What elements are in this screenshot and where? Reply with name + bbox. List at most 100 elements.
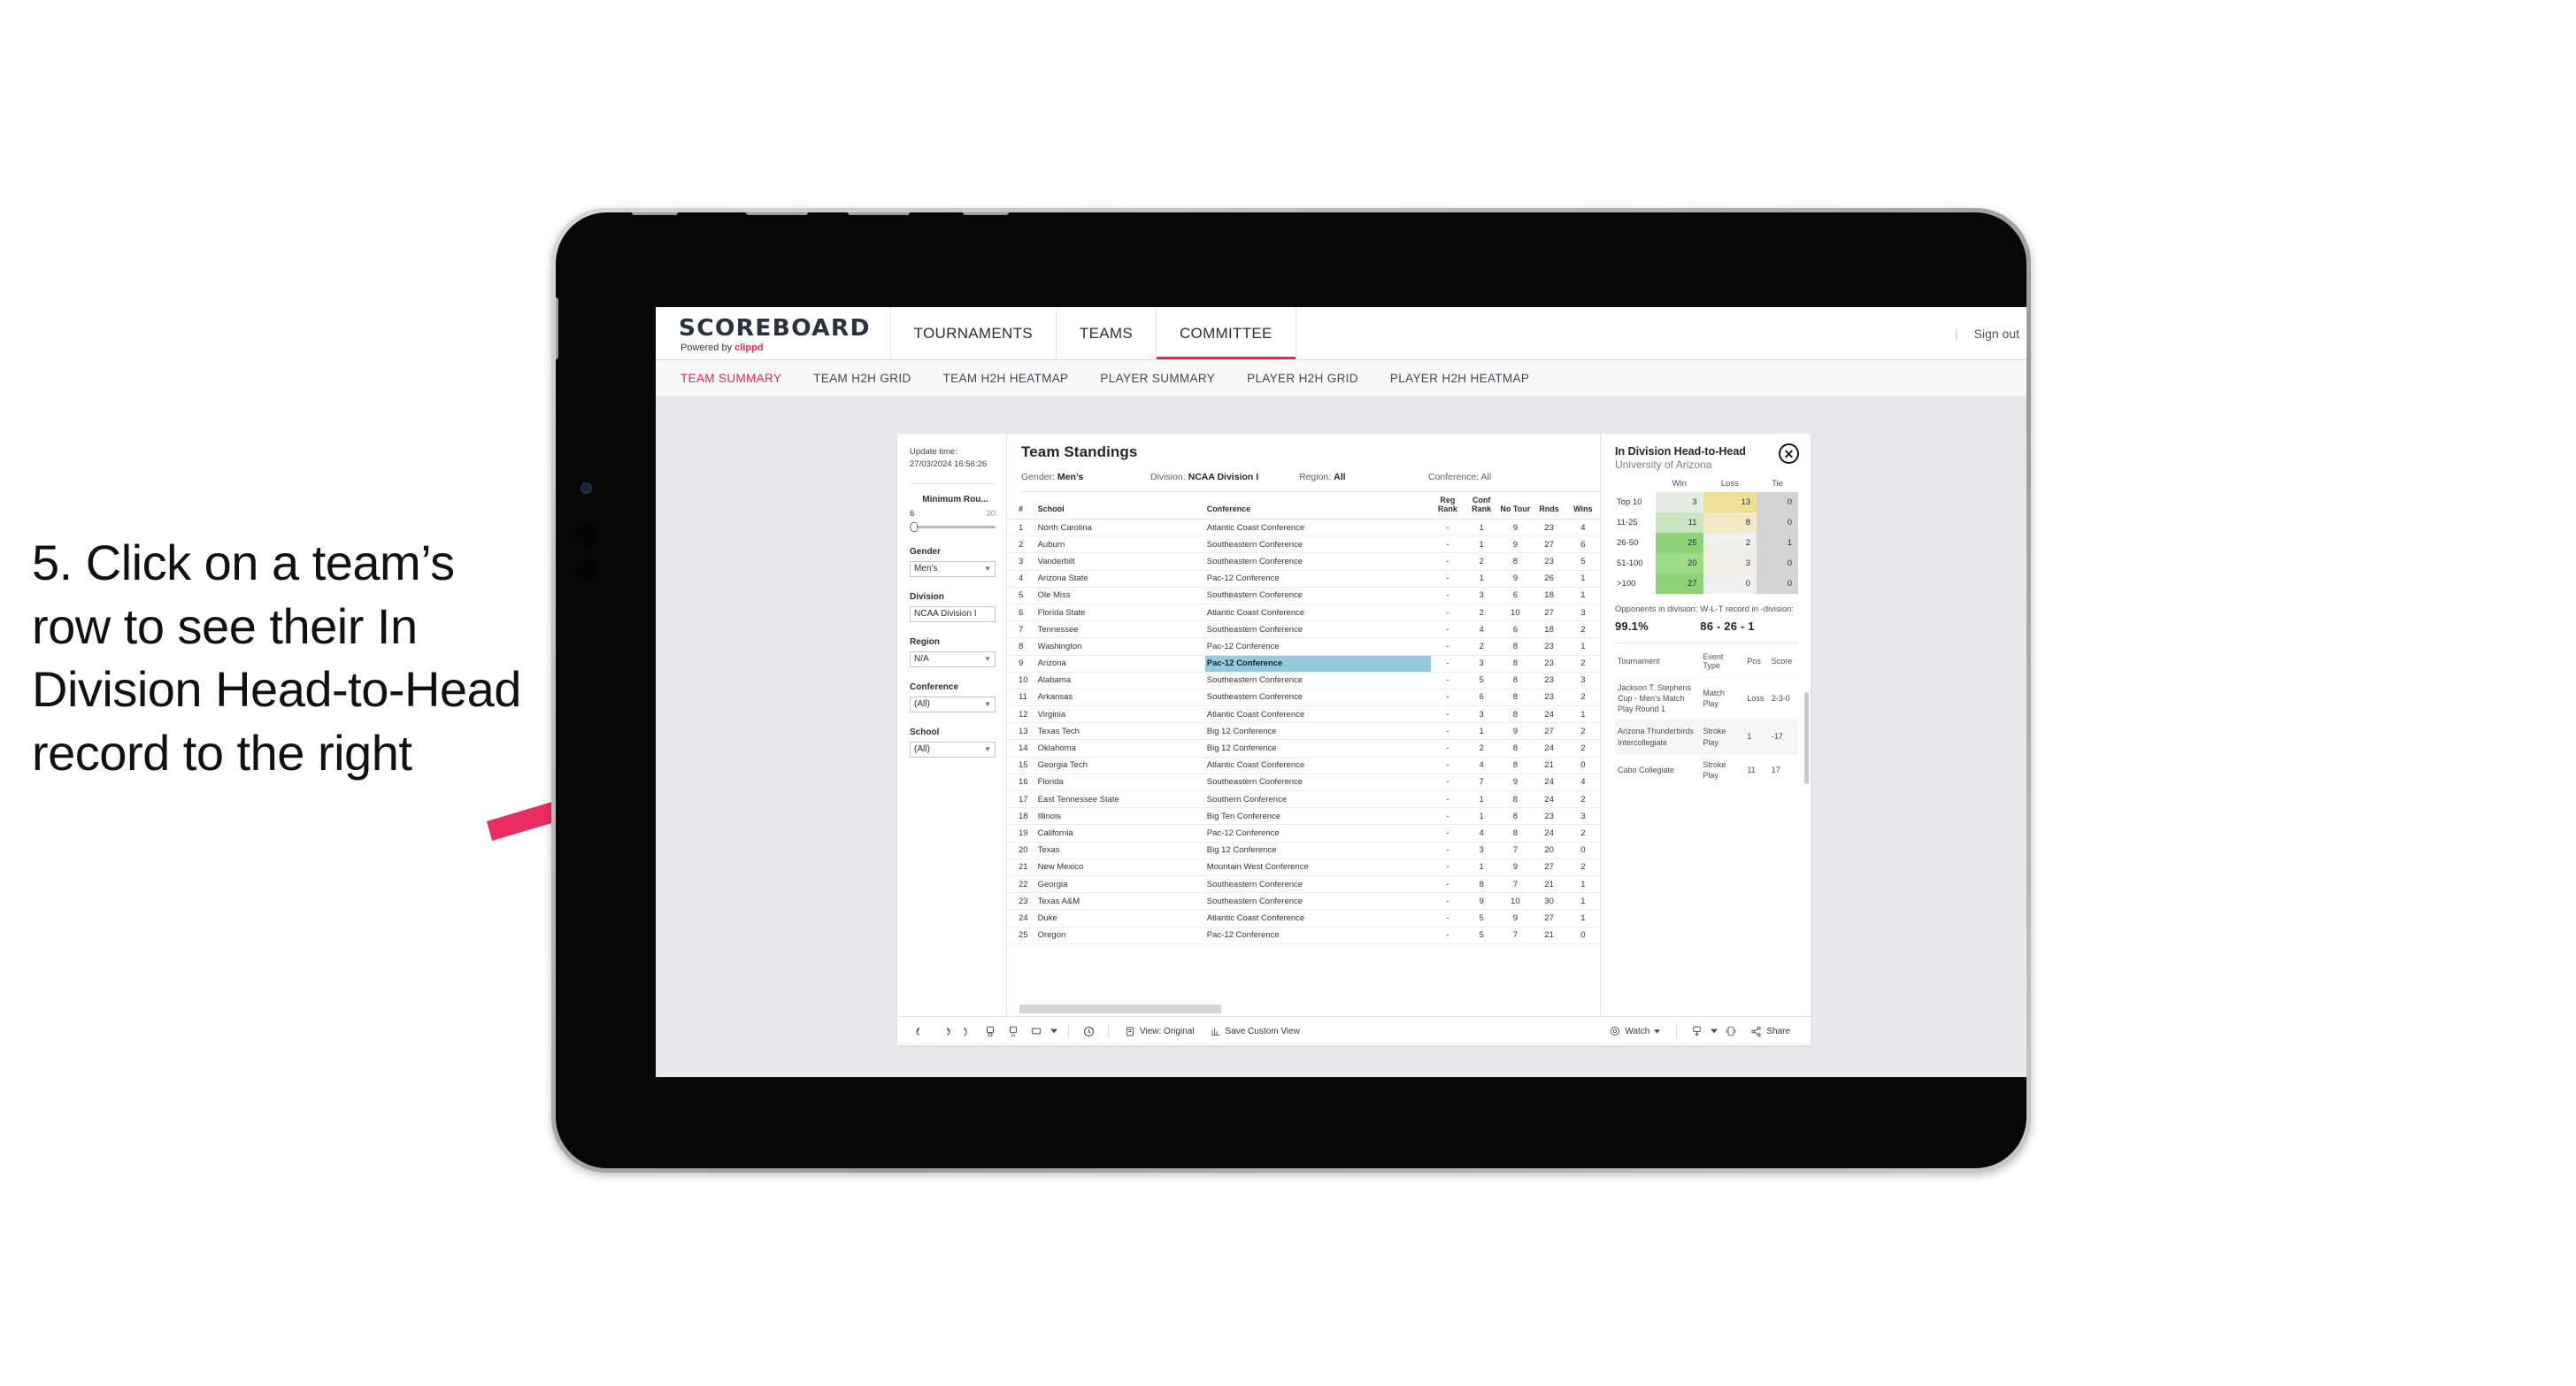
cell-rank: 1 — [1007, 519, 1036, 537]
table-row[interactable]: 18 Illinois Big Ten Conference -1 8 23 3 — [1007, 807, 1600, 826]
table-row[interactable]: 14 Oklahoma Big 12 Conference -2 8 24 2 — [1007, 739, 1600, 758]
rectangle-select-icon[interactable] — [1025, 1020, 1048, 1042]
gender-value: Men’s — [914, 564, 938, 574]
tab-team-summary[interactable]: TEAM SUMMARY — [681, 372, 781, 385]
tab-team-h2h-grid[interactable]: TEAM H2H GRID — [813, 372, 911, 385]
tournament-row[interactable]: Cabo Collegiate Stroke Play 11 17 — [1615, 752, 1798, 786]
watch-button[interactable]: Watch — [1602, 1020, 1668, 1042]
cell-conference: Southeastern Conference — [1204, 587, 1431, 604]
tab-player-summary[interactable]: PLAYER SUMMARY — [1100, 372, 1215, 385]
undo-icon[interactable] — [910, 1020, 933, 1042]
col-wins[interactable]: Wins — [1565, 492, 1600, 520]
share-button[interactable]: Share — [1742, 1020, 1798, 1042]
revert-icon[interactable] — [956, 1020, 979, 1042]
tab-player-h2h-grid[interactable]: PLAYER H2H GRID — [1247, 372, 1358, 385]
table-row[interactable]: 8 Washington Pac-12 Conference -2 8 23 1 — [1007, 637, 1600, 656]
division-select[interactable]: NCAA Division I — [910, 605, 996, 622]
col-school[interactable]: School — [1035, 492, 1205, 520]
save-custom-view-button[interactable]: Save Custom View — [1203, 1020, 1308, 1042]
detail-vertical-scrollbar[interactable] — [1804, 692, 1809, 784]
slider-knob[interactable] — [910, 521, 918, 532]
tab-team-h2h-heatmap[interactable]: TEAM H2H HEATMAP — [943, 372, 1069, 385]
table-row[interactable]: 17 East Tennessee State Southern Conferenc… — [1007, 790, 1600, 809]
table-row[interactable]: 11 Arkansas Southeastern Conference -6 8 23 2 — [1007, 689, 1600, 707]
col-reg-rank[interactable]: Reg Rank — [1430, 492, 1465, 520]
table-row[interactable]: 3 Vanderbilt Southeastern Conference -2 8 23 5 — [1007, 552, 1600, 571]
sign-out-link[interactable]: Sign out — [1974, 327, 2019, 341]
horizontal-scrollbar-thumb[interactable] — [1019, 1005, 1221, 1013]
nav-teams[interactable]: TEAMS — [1057, 307, 1157, 359]
table-row[interactable]: 25 Oregon Pac-12 Conference -5 7 21 0 — [1007, 927, 1600, 944]
h2h-cell[interactable]: 0 — [1757, 553, 1798, 574]
school-select[interactable]: (All) ▼ — [910, 741, 996, 758]
tab-player-h2h-heatmap[interactable]: PLAYER H2H HEATMAP — [1390, 372, 1529, 385]
gender-select[interactable]: Men’s ▼ — [910, 560, 996, 577]
h2h-cell[interactable]: 1 — [1757, 533, 1798, 553]
table-row[interactable]: 7 Tennessee Southeastern Conference -4 6 18 2 — [1007, 620, 1600, 639]
table-row[interactable]: 6 Florida State Atlantic Coast Conference -… — [1007, 604, 1600, 622]
h2h-cell[interactable]: 20 — [1656, 553, 1703, 574]
col-no-tour[interactable]: No Tour — [1498, 492, 1533, 520]
h2h-cell[interactable]: 27 — [1656, 574, 1703, 594]
col-event-type[interactable]: Event Type — [1700, 645, 1744, 677]
table-row[interactable]: 23 Texas A&M Southeastern Conference -9 10 30… — [1007, 892, 1600, 911]
tournament-row[interactable]: Arizona Thunderbirds Intercollegiate Stro… — [1615, 720, 1798, 754]
refresh-data-icon[interactable] — [979, 1020, 1002, 1042]
h2h-cell[interactable]: 25 — [1656, 533, 1703, 553]
region-select[interactable]: N/A ▼ — [910, 651, 996, 667]
tournament-body: Jackson T. Stephens Cup - Men’s Match Pl… — [1615, 675, 1798, 786]
table-row[interactable]: 24 Duke Atlantic Coast Conference -5 9 27 1 — [1007, 909, 1600, 928]
col-pos[interactable]: Pos — [1744, 645, 1768, 677]
col-score[interactable]: Score — [1769, 645, 1798, 677]
redo-icon[interactable] — [933, 1020, 956, 1042]
tournament-row[interactable]: Jackson T. Stephens Cup - Men’s Match Pl… — [1615, 675, 1798, 720]
table-row[interactable]: 16 Florida Southeastern Conference -7 9 24 4 — [1007, 774, 1600, 792]
table-row[interactable]: 2 Auburn Southeastern Conference -1 9 27 6 — [1007, 535, 1600, 554]
device-preview-icon[interactable] — [1719, 1020, 1742, 1042]
col-tournament[interactable]: Tournament — [1615, 645, 1700, 677]
close-icon[interactable]: ✕ — [1779, 443, 1799, 464]
standings-table-wrapper[interactable]: # School Conference Reg Rank Conf Rank N… — [1007, 492, 1600, 1016]
table-row[interactable]: 10 Alabama Southeastern Conference -5 8 23 3 — [1007, 672, 1600, 689]
h2h-cell[interactable]: 0 — [1703, 574, 1757, 594]
cell-reg-rank: - — [1430, 604, 1465, 622]
h2h-cell[interactable]: 3 — [1703, 553, 1757, 574]
table-row[interactable]: 20 Texas Big 12 Conference -3 7 20 0 — [1007, 842, 1600, 859]
col-conference[interactable]: Conference — [1204, 492, 1431, 520]
col-conf-rank[interactable]: Conf Rank — [1464, 492, 1499, 520]
h2h-cell[interactable]: 0 — [1757, 492, 1798, 512]
table-row[interactable]: 5 Ole Miss Southeastern Conference -3 6 18 1 — [1007, 587, 1600, 604]
app-logo[interactable]: SCOREBOARD Powered by clippd — [656, 307, 891, 359]
table-row[interactable]: 19 California Pac-12 Conference -4 8 24 2 — [1007, 824, 1600, 843]
table-row[interactable]: 21 New Mexico Mountain West Conference -1 9 2… — [1007, 859, 1600, 876]
nav-tournaments[interactable]: TOURNAMENTS — [891, 307, 1057, 359]
col-rnds[interactable]: Rnds — [1532, 492, 1566, 520]
min-rounds-slider[interactable] — [910, 521, 996, 532]
h2h-cell[interactable]: 0 — [1757, 512, 1798, 533]
h2h-cell[interactable]: 2 — [1703, 533, 1757, 553]
table-row[interactable]: 12 Virginia Atlantic Coast Conference -3 8 24… — [1007, 705, 1600, 724]
h2h-cell[interactable]: 3 — [1656, 492, 1703, 512]
col-rank[interactable]: # — [1007, 492, 1036, 520]
cell-reg-rank: - — [1430, 570, 1465, 588]
table-row[interactable]: 4 Arizona State Pac-12 Conference -1 9 26 1 — [1007, 570, 1600, 588]
download-icon[interactable] — [1685, 1020, 1708, 1042]
h2h-cell[interactable]: 13 — [1703, 492, 1757, 512]
cell-rnds: 24 — [1532, 790, 1566, 809]
chevron-down-icon[interactable] — [1048, 1020, 1060, 1042]
h2h-cell[interactable]: 0 — [1757, 574, 1798, 594]
cell-rnds: 18 — [1532, 620, 1566, 639]
pause-icon[interactable] — [1002, 1020, 1025, 1042]
h2h-cell[interactable]: 8 — [1703, 512, 1757, 533]
h2h-cell[interactable]: 11 — [1656, 512, 1703, 533]
conference-select[interactable]: (All) ▼ — [910, 696, 996, 712]
chevron-down-icon[interactable] — [1708, 1020, 1719, 1042]
nav-committee[interactable]: COMMITTEE — [1156, 307, 1296, 359]
table-row[interactable]: 15 Georgia Tech Atlantic Coast Conference -… — [1007, 757, 1600, 774]
history-icon[interactable] — [1077, 1020, 1100, 1042]
view-original-button[interactable]: View: Original — [1117, 1020, 1203, 1042]
table-row[interactable]: 13 Texas Tech Big 12 Conference -1 9 27 2 — [1007, 722, 1600, 741]
table-row[interactable]: 9 Arizona Pac-12 Conference -3 8 23 2 — [1007, 655, 1600, 673]
table-row[interactable]: 1 North Carolina Atlantic Coast Conference… — [1007, 519, 1600, 537]
table-row[interactable]: 22 Georgia Southeastern Conference -8 7 21 1 — [1007, 875, 1600, 894]
